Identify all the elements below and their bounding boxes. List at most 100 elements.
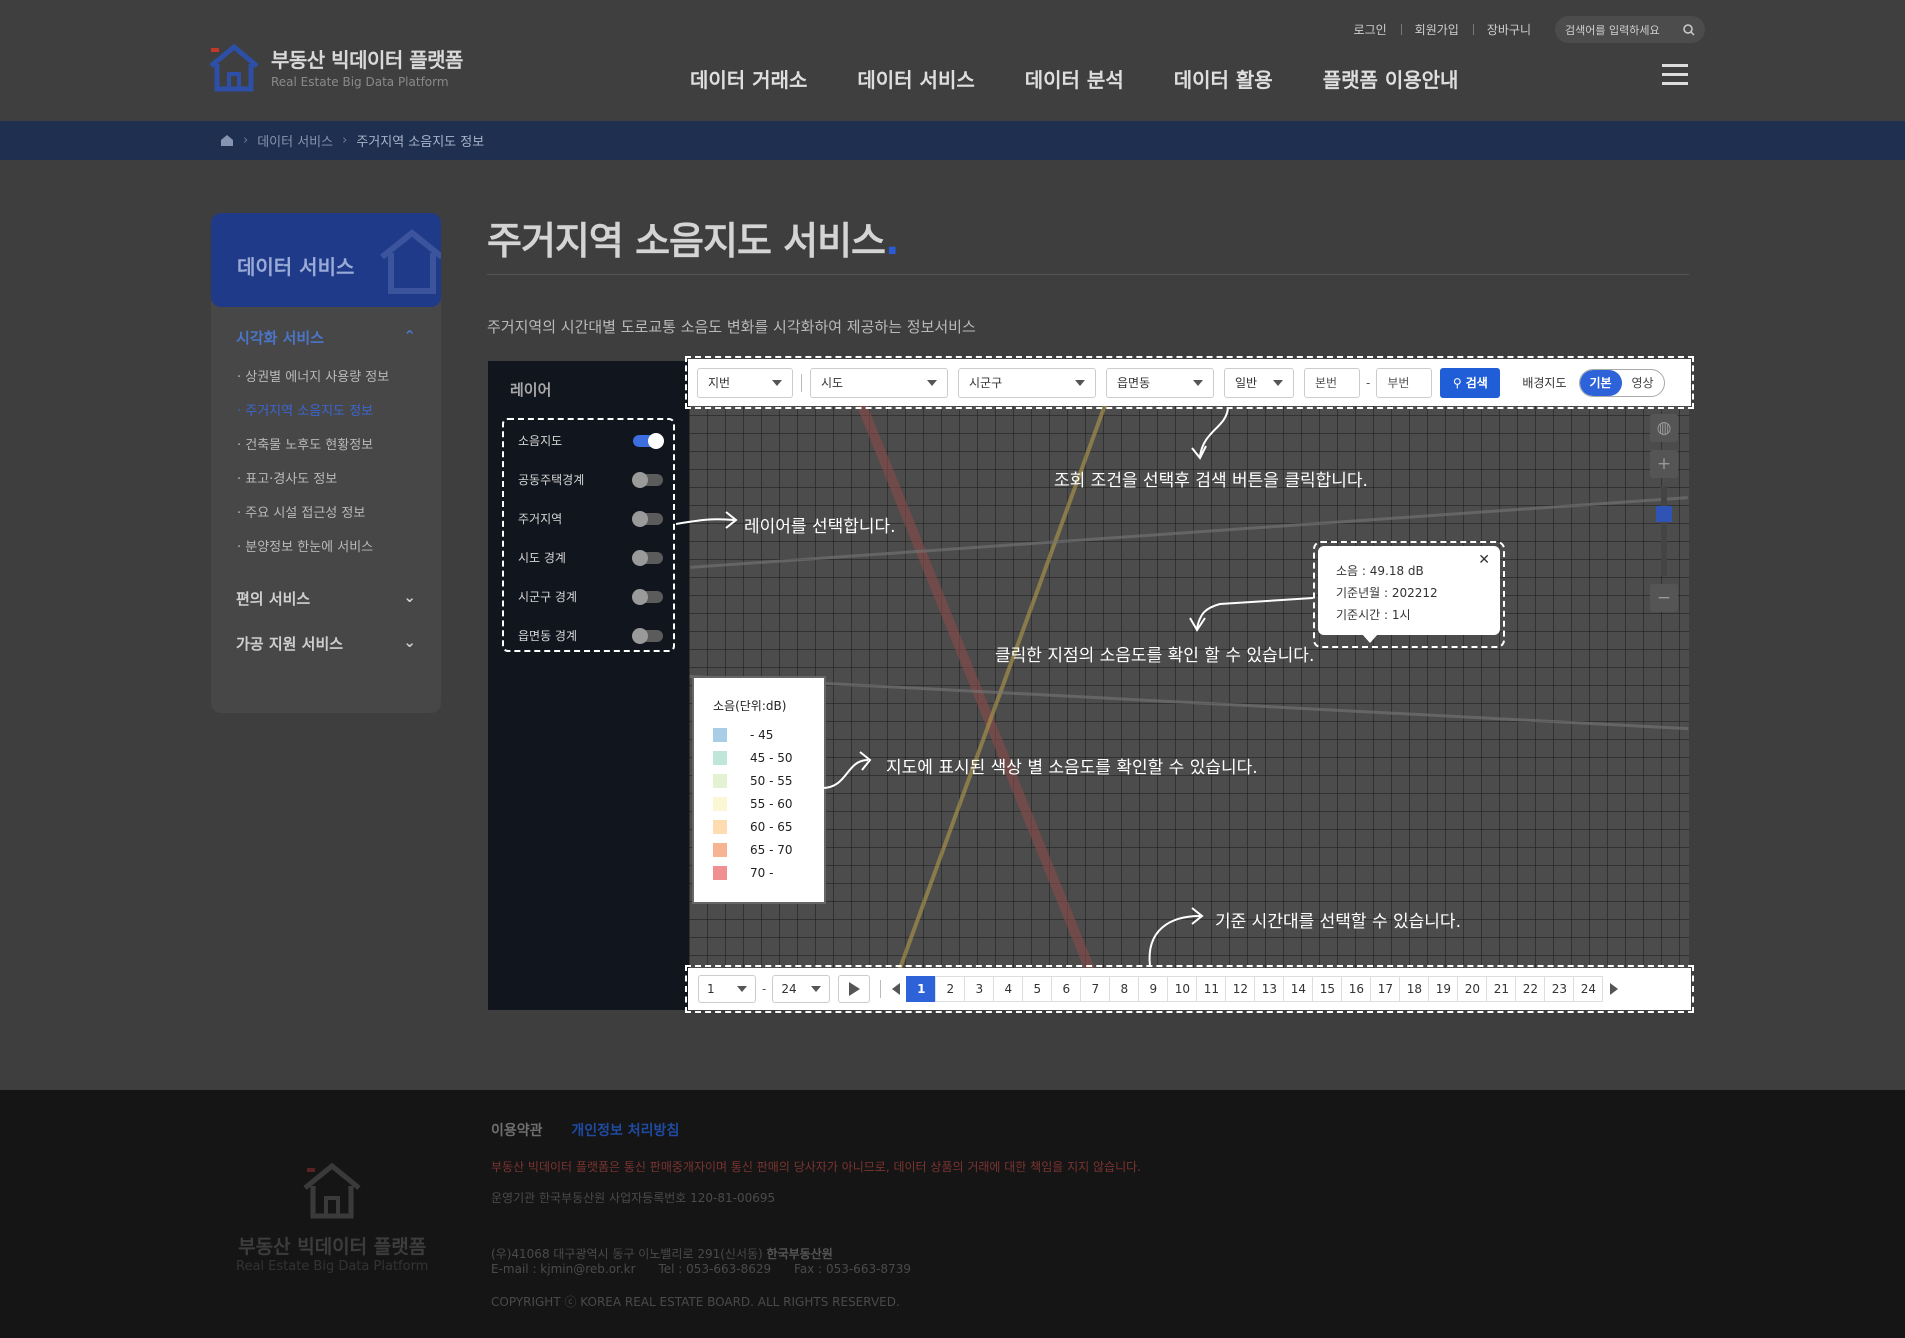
footer-copyright: COPYRIGHT ⓒ KOREA REAL ESTATE BOARD. ALL… <box>491 1295 900 1309</box>
layer-item-eupmyeondong-boundary[interactable]: 읍면동 경계 <box>504 616 673 655</box>
sidebar-group-processing[interactable]: 가공 지원 서비스 ⌄ <box>211 619 441 664</box>
prev-hour-icon[interactable] <box>885 976 907 1002</box>
hour-button[interactable]: 4 <box>993 976 1024 1002</box>
chevron-down-icon: ⌄ <box>403 588 416 606</box>
hour-button[interactable]: 18 <box>1399 976 1430 1002</box>
nav-data-analysis[interactable]: 데이터 분석 <box>1025 64 1124 93</box>
zoom-slider[interactable] <box>1656 486 1672 576</box>
layer-item-sido-boundary[interactable]: 시도 경계 <box>504 538 673 577</box>
hour-button[interactable]: 3 <box>964 976 995 1002</box>
search-icon[interactable] <box>1683 23 1695 36</box>
hamburger-menu-icon[interactable] <box>1662 64 1688 86</box>
layer-item-apartment-boundary[interactable]: 공동주택경계 <box>504 460 673 499</box>
hour-button[interactable]: 11 <box>1196 976 1227 1002</box>
hour-button[interactable]: 17 <box>1370 976 1401 1002</box>
sidebar-item-building-age[interactable]: · 건축물 노후도 현황정보 <box>237 434 441 453</box>
hour-button[interactable]: 8 <box>1109 976 1140 1002</box>
hour-button[interactable]: 1 <box>906 976 937 1002</box>
privacy-policy-link[interactable]: 개인정보 처리방침 <box>571 1123 679 1139</box>
legend-item: 65 - 70 <box>713 838 819 861</box>
basemap-option-default[interactable]: 기본 <box>1579 369 1622 396</box>
site-logo[interactable]: 부동산 빅데이터 플랫폼 Real Estate Big Data Platfo… <box>207 44 463 92</box>
login-link[interactable]: 로그인 <box>1340 21 1401 38</box>
utility-nav: 로그인 회원가입 장바구니 검색어를 입력하세요 <box>1340 16 1705 43</box>
hour-button[interactable]: 21 <box>1486 976 1517 1002</box>
lot-type-select[interactable]: 지번 <box>697 367 793 398</box>
hour-button[interactable]: 2 <box>935 976 966 1002</box>
zoom-in-button[interactable]: + <box>1650 450 1678 478</box>
sidebar-group-convenience[interactable]: 편의 서비스 ⌄ <box>211 574 441 619</box>
hour-button[interactable]: 6 <box>1051 976 1082 1002</box>
search-button[interactable]: ⚲ 검색 <box>1440 367 1501 398</box>
sidebar-item-sale-info[interactable]: · 분양정보 한눈에 서비스 <box>237 536 441 555</box>
sigungu-select[interactable]: 시군구 <box>958 367 1096 398</box>
sidebar-item-noise-map[interactable]: · 주거지역 소음지도 정보 <box>237 400 441 419</box>
globe-icon[interactable]: ◍ <box>1650 414 1678 442</box>
layer-toggle[interactable] <box>632 471 663 488</box>
noise-map[interactable]: ◍ + − <box>689 361 1689 1010</box>
next-hour-icon[interactable] <box>1603 976 1625 1002</box>
play-icon[interactable] <box>838 975 871 1003</box>
footer-disclaimer: 부동산 빅데이터 플랫폼은 통신 판매중개자이며 통신 판매의 당사자가 아니므… <box>491 1160 1141 1174</box>
hour-button[interactable]: 12 <box>1225 976 1256 1002</box>
layer-item-residential[interactable]: 주거지역 <box>504 499 673 538</box>
close-icon[interactable]: ✕ <box>1478 552 1490 568</box>
dropdown-arrow-icon <box>1075 379 1085 386</box>
nav-platform-guide[interactable]: 플랫폼 이용안내 <box>1323 64 1459 93</box>
hour-button[interactable]: 7 <box>1080 976 1111 1002</box>
map-road <box>879 361 1123 1010</box>
breadcrumb-item[interactable]: 데이터 서비스 <box>257 131 333 150</box>
layer-item-noise-map[interactable]: 소음지도 <box>504 421 673 460</box>
main-number-input[interactable]: 본번 <box>1304 367 1360 398</box>
layer-item-sigungu-boundary[interactable]: 시군구 경계 <box>504 577 673 616</box>
hour-button[interactable]: 14 <box>1283 976 1314 1002</box>
hour-button[interactable]: 24 <box>1573 976 1604 1002</box>
layer-toggle[interactable] <box>633 432 664 449</box>
cart-link[interactable]: 장바구니 <box>1472 21 1545 38</box>
legend-item: 50 - 55 <box>713 769 819 792</box>
popup-noise-value: 소음 : 49.18 dB <box>1336 564 1424 578</box>
layer-toggle[interactable] <box>632 588 663 605</box>
end-hour-select[interactable]: 24 <box>772 975 831 1003</box>
popup-base-month: 기준년월 : 202212 <box>1336 586 1438 600</box>
eupmyeondong-select[interactable]: 읍면동 <box>1106 367 1214 398</box>
hour-button[interactable]: 10 <box>1167 976 1198 1002</box>
layer-toggle[interactable] <box>632 549 663 566</box>
hour-button[interactable]: 22 <box>1515 976 1546 1002</box>
legend-item: - 45 <box>713 723 819 746</box>
land-type-select[interactable]: 일반 <box>1224 367 1294 398</box>
sidebar-item-elevation[interactable]: · 표고·경사도 정보 <box>237 468 441 487</box>
sub-number-input[interactable]: 부번 <box>1376 367 1433 398</box>
terms-link[interactable]: 이용약관 <box>491 1123 543 1139</box>
legend-swatch <box>713 773 727 788</box>
hour-button[interactable]: 20 <box>1457 976 1488 1002</box>
hour-button[interactable]: 16 <box>1341 976 1372 1002</box>
hour-button[interactable]: 5 <box>1022 976 1053 1002</box>
layer-toggle[interactable] <box>632 510 663 527</box>
sidebar-item-energy[interactable]: · 상권별 에너지 사용량 정보 <box>237 366 441 385</box>
layer-toggle[interactable] <box>632 627 663 644</box>
hour-button[interactable]: 13 <box>1254 976 1285 1002</box>
sidebar-item-accessibility[interactable]: · 주요 시설 접근성 정보 <box>237 502 441 521</box>
zoom-slider-handle[interactable] <box>1656 506 1672 522</box>
start-hour-select[interactable]: 1 <box>698 975 756 1003</box>
basemap-option-satellite[interactable]: 영상 <box>1622 370 1664 396</box>
legend-swatch <box>713 750 727 765</box>
header-search-input[interactable]: 검색어를 입력하세요 <box>1555 16 1705 43</box>
signup-link[interactable]: 회원가입 <box>1400 21 1473 38</box>
hour-button[interactable]: 15 <box>1312 976 1343 1002</box>
sidebar-group-visualization[interactable]: 시각화 서비스 ⌃ <box>211 307 441 358</box>
zoom-out-button[interactable]: − <box>1650 584 1678 612</box>
nav-data-exchange[interactable]: 데이터 거래소 <box>690 64 807 93</box>
hour-button[interactable]: 23 <box>1544 976 1575 1002</box>
nav-data-usage[interactable]: 데이터 활용 <box>1174 64 1273 93</box>
footer-links: 이용약관 개인정보 처리방침 <box>491 1120 679 1140</box>
hour-button[interactable]: 19 <box>1428 976 1459 1002</box>
footer-org: 한국부동산원 <box>766 1247 833 1261</box>
sido-select[interactable]: 시도 <box>810 367 948 398</box>
nav-data-service[interactable]: 데이터 서비스 <box>857 64 974 93</box>
hour-button[interactable]: 9 <box>1138 976 1169 1002</box>
legend-item: 60 - 65 <box>713 815 819 838</box>
home-icon[interactable] <box>220 134 234 147</box>
chevron-up-icon: ⌃ <box>403 327 416 345</box>
